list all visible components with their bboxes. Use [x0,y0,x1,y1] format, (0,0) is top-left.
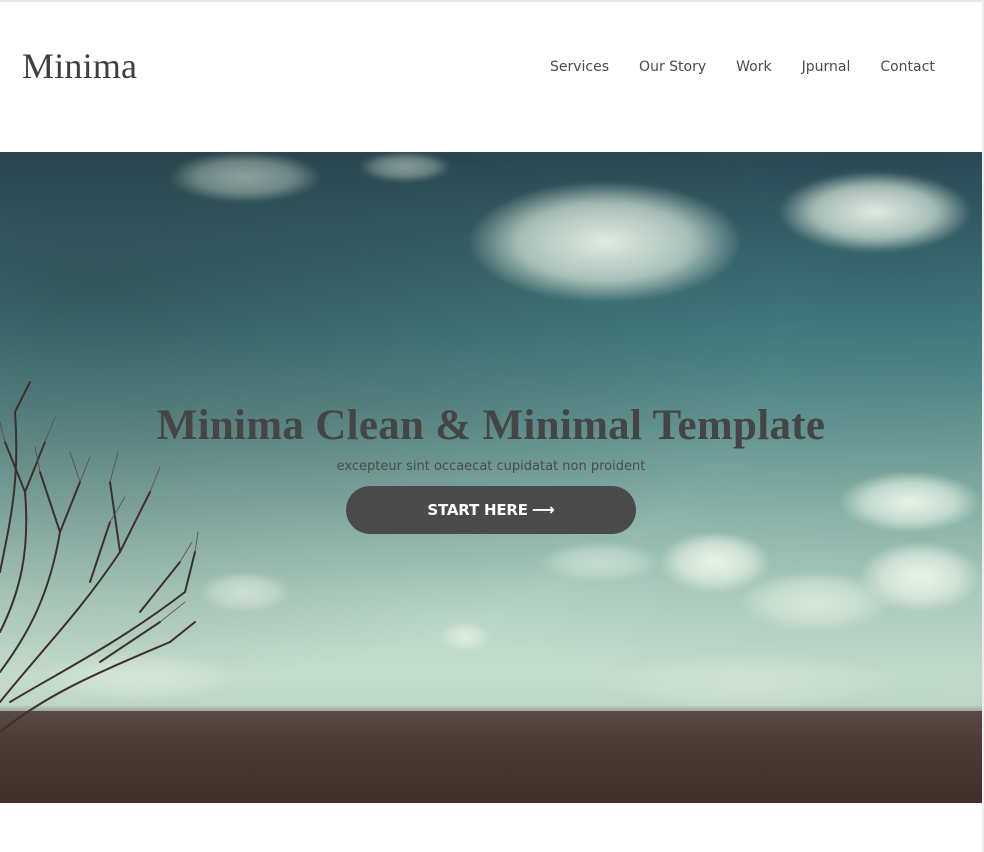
cloud-shape [170,152,320,202]
cloud-shape [540,542,660,582]
main-nav: Services Our Story Work Jpurnal Contact [550,58,935,76]
hero-subtitle: excepteur sint occaecat cupidatat non pr… [336,459,646,474]
hero-title: Minima Clean & Minimal Template [156,402,826,449]
cloud-shape [440,622,490,652]
site-header: Minima Services Our Story Work Jpurnal C… [0,2,982,152]
cloud-shape [780,172,970,252]
site-logo[interactable]: Minima [22,46,137,86]
cloud-shape [600,652,900,712]
nav-item-services[interactable]: Services [550,58,609,76]
hero-content: Minima Clean & Minimal Template excepteu… [0,398,982,534]
page: Minima Services Our Story Work Jpurnal C… [0,0,984,852]
nav-item-work[interactable]: Work [736,58,771,76]
cloud-shape [200,572,290,612]
nav-item-contact[interactable]: Contact [880,58,934,76]
cloud-shape [470,182,740,302]
start-here-button[interactable]: START HERE ⟶ [346,486,636,534]
arrow-right-icon: ⟶ [531,500,555,519]
start-here-label: START HERE [427,501,528,519]
nav-item-our-story[interactable]: Our Story [639,58,706,76]
cloud-shape [660,532,770,592]
hero-section: Minima Clean & Minimal Template excepteu… [0,152,982,803]
cloud-shape [740,572,890,632]
cloud-shape [360,152,450,182]
nav-item-journal[interactable]: Jpurnal [802,58,851,76]
